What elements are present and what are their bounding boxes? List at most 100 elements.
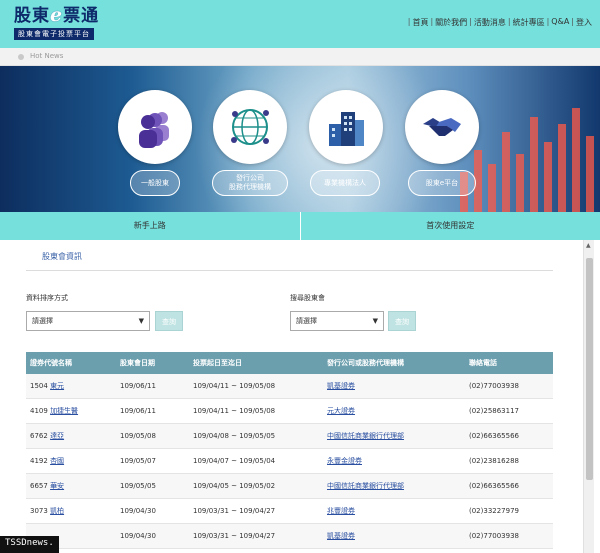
table-row: 6657 華安 109/05/05 109/04/05 ~ 109/05/02 中國信…: [26, 474, 553, 499]
cell-code-name: 4109 加捷生醫: [30, 399, 78, 424]
stock-code: 1504: [30, 382, 48, 390]
table-row: 6762 達亞 109/05/08 109/04/08 ~ 109/05/05 中國信…: [26, 424, 553, 449]
search-meeting-select[interactable]: 請選擇 ▼: [290, 311, 384, 331]
tab-beginner-guide[interactable]: 新手上路: [0, 212, 300, 240]
guide-tab-bar: 新手上路 首次使用設定: [0, 212, 600, 240]
agent-link[interactable]: 兆豐證券: [327, 499, 355, 524]
table-row: 1504 東元 109/06/11 109/04/11 ~ 109/05/08 凱基證…: [26, 374, 553, 399]
cell-vote-period: 109/04/11 ~ 109/05/08: [193, 382, 276, 390]
meeting-table: 證券代號名稱 股東會日期 投票起日至迄日 發行公司或股務代理機構 聯絡電話 15…: [26, 352, 553, 549]
agent-link[interactable]: 元大證券: [327, 399, 355, 424]
stock-code: 4192: [30, 457, 48, 465]
stock-code: 4109: [30, 407, 48, 415]
nav-about[interactable]: 關於我們: [435, 17, 467, 28]
general-shareholder-button[interactable]: 一般股東: [130, 170, 180, 196]
company-link[interactable]: 東元: [50, 382, 64, 390]
shareholders-icon[interactable]: [118, 90, 192, 164]
handshake-icon[interactable]: [405, 90, 479, 164]
institutional-investor-button[interactable]: 專業機構法人: [310, 170, 380, 196]
company-link[interactable]: 華安: [50, 482, 64, 490]
cell-phone: (02)66365566: [469, 482, 519, 490]
scrollbar-thumb[interactable]: [586, 258, 593, 480]
header-code-name: 證券代號名稱: [30, 359, 72, 367]
cell-phone: (02)66365566: [469, 432, 519, 440]
cell-vote-period: 109/04/11 ~ 109/05/08: [193, 407, 276, 415]
cell-meeting-date: 109/06/11: [120, 382, 156, 390]
buildings-icon[interactable]: [309, 90, 383, 164]
company-link[interactable]: 加捷生醫: [50, 407, 78, 415]
logo-title-e: e: [50, 4, 64, 26]
stock-code: 6657: [30, 482, 48, 490]
header-agent: 發行公司或股務代理機構: [327, 359, 404, 367]
cell-vote-period: 109/04/05 ~ 109/05/02: [193, 482, 276, 490]
cell-vote-period: 109/03/31 ~ 109/04/27: [193, 532, 276, 540]
cell-meeting-date: 109/05/05: [120, 482, 156, 490]
dropdown-arrow-icon: ▼: [138, 317, 144, 325]
company-link[interactable]: 凱柏: [50, 507, 64, 515]
agent-link[interactable]: 凱基證券: [327, 374, 355, 399]
search-query-button[interactable]: 查詢: [388, 311, 416, 331]
cell-code-name: 4192 杏國: [30, 449, 64, 474]
cell-vote-period: 109/03/31 ~ 109/04/27: [193, 507, 276, 515]
cell-meeting-date: 109/04/30: [120, 532, 156, 540]
cell-meeting-date: 109/06/11: [120, 407, 156, 415]
section-divider: [26, 270, 553, 271]
nav-qa[interactable]: Q&A: [551, 17, 569, 28]
header-meeting-date: 股東會日期: [120, 359, 155, 367]
agent-link[interactable]: 中國信託商業銀行代理部: [327, 474, 404, 499]
search-meeting-label: 搜尋股東會: [290, 294, 325, 302]
cell-meeting-date: 109/05/08: [120, 432, 156, 440]
issuer-agent-button[interactable]: 發行公司 股務代理機構: [212, 170, 288, 196]
cell-code-name: 1504 東元: [30, 374, 64, 399]
scrollbar[interactable]: ▲: [583, 240, 594, 553]
table-row: 4192 杏國 109/05/07 109/04/07 ~ 109/05/04 永豐金…: [26, 449, 553, 474]
cell-code-name: 3073 凱柏: [30, 499, 64, 524]
shareholder-e-platform-button[interactable]: 股東e平台: [408, 170, 476, 196]
header-vote-period: 投票起日至迄日: [193, 359, 242, 367]
sort-query-button[interactable]: 查詢: [155, 311, 183, 331]
dropdown-arrow-icon: ▼: [372, 317, 378, 325]
logo-title: 股東e票通: [14, 5, 99, 26]
table-row: 3073 凱柏 109/04/30 109/03/31 ~ 109/04/27 兆豐證…: [26, 499, 553, 524]
cell-phone: (02)33227979: [469, 507, 519, 515]
agent-link[interactable]: 凱基證券: [327, 524, 355, 549]
cell-vote-period: 109/04/08 ~ 109/05/05: [193, 432, 276, 440]
company-link[interactable]: 杏國: [50, 457, 64, 465]
logo-title-left: 股東: [14, 6, 50, 26]
site-logo[interactable]: 股東e票通 股東會電子投票平台: [14, 5, 99, 40]
cell-phone: (02)23816288: [469, 457, 519, 465]
hot-news-bar: Hot News: [0, 48, 600, 66]
logo-subtitle: 股東會電子投票平台: [14, 28, 94, 40]
nav-news[interactable]: 活動消息: [474, 17, 506, 28]
watermark: TSSDnews.: [0, 536, 59, 553]
cell-meeting-date: 109/04/30: [120, 507, 156, 515]
sort-select-value: 請選擇: [32, 317, 53, 325]
sort-select[interactable]: 請選擇 ▼: [26, 311, 150, 331]
agent-link[interactable]: 永豐金證券: [327, 449, 362, 474]
nav-statistics[interactable]: 統計專區: [513, 17, 545, 28]
table-row: 4109 加捷生醫 109/06/11 109/04/11 ~ 109/05/08 元…: [26, 399, 553, 424]
tab-first-time-setup[interactable]: 首次使用設定: [299, 212, 600, 240]
cell-phone: (02)77003938: [469, 532, 519, 540]
hero-banner: [0, 66, 600, 212]
cell-meeting-date: 109/05/07: [120, 457, 156, 465]
logo-title-right: 票通: [63, 6, 100, 26]
table-header: 證券代號名稱 股東會日期 投票起日至迄日 發行公司或股務代理機構 聯絡電話: [26, 352, 553, 374]
nav-login[interactable]: 登入: [576, 17, 592, 28]
company-link[interactable]: 達亞: [50, 432, 64, 440]
globe-network-icon[interactable]: [213, 90, 287, 164]
stock-code: 3073: [30, 507, 48, 515]
stock-code: 6762: [30, 432, 48, 440]
hot-news-label[interactable]: Hot News: [30, 52, 63, 60]
header-phone: 聯絡電話: [469, 359, 497, 367]
cell-code-name: 6657 華安: [30, 474, 64, 499]
scroll-up-icon[interactable]: ▲: [586, 242, 591, 249]
section-title: 股東會資訊: [42, 252, 82, 261]
nav-home[interactable]: 首頁: [412, 17, 428, 28]
sort-label: 資料排序方式: [26, 294, 68, 302]
bullet-icon: [18, 54, 24, 60]
table-row: 109/04/30 109/03/31 ~ 109/04/27 凱基證券 (02)77…: [26, 524, 553, 549]
agent-link[interactable]: 中國信託商業銀行代理部: [327, 424, 404, 449]
cell-phone: (02)77003938: [469, 382, 519, 390]
site-header: 股東e票通 股東會電子投票平台 | 首頁 | 關於我們 | 活動消息 | 統計專區 | Q…: [0, 0, 600, 48]
